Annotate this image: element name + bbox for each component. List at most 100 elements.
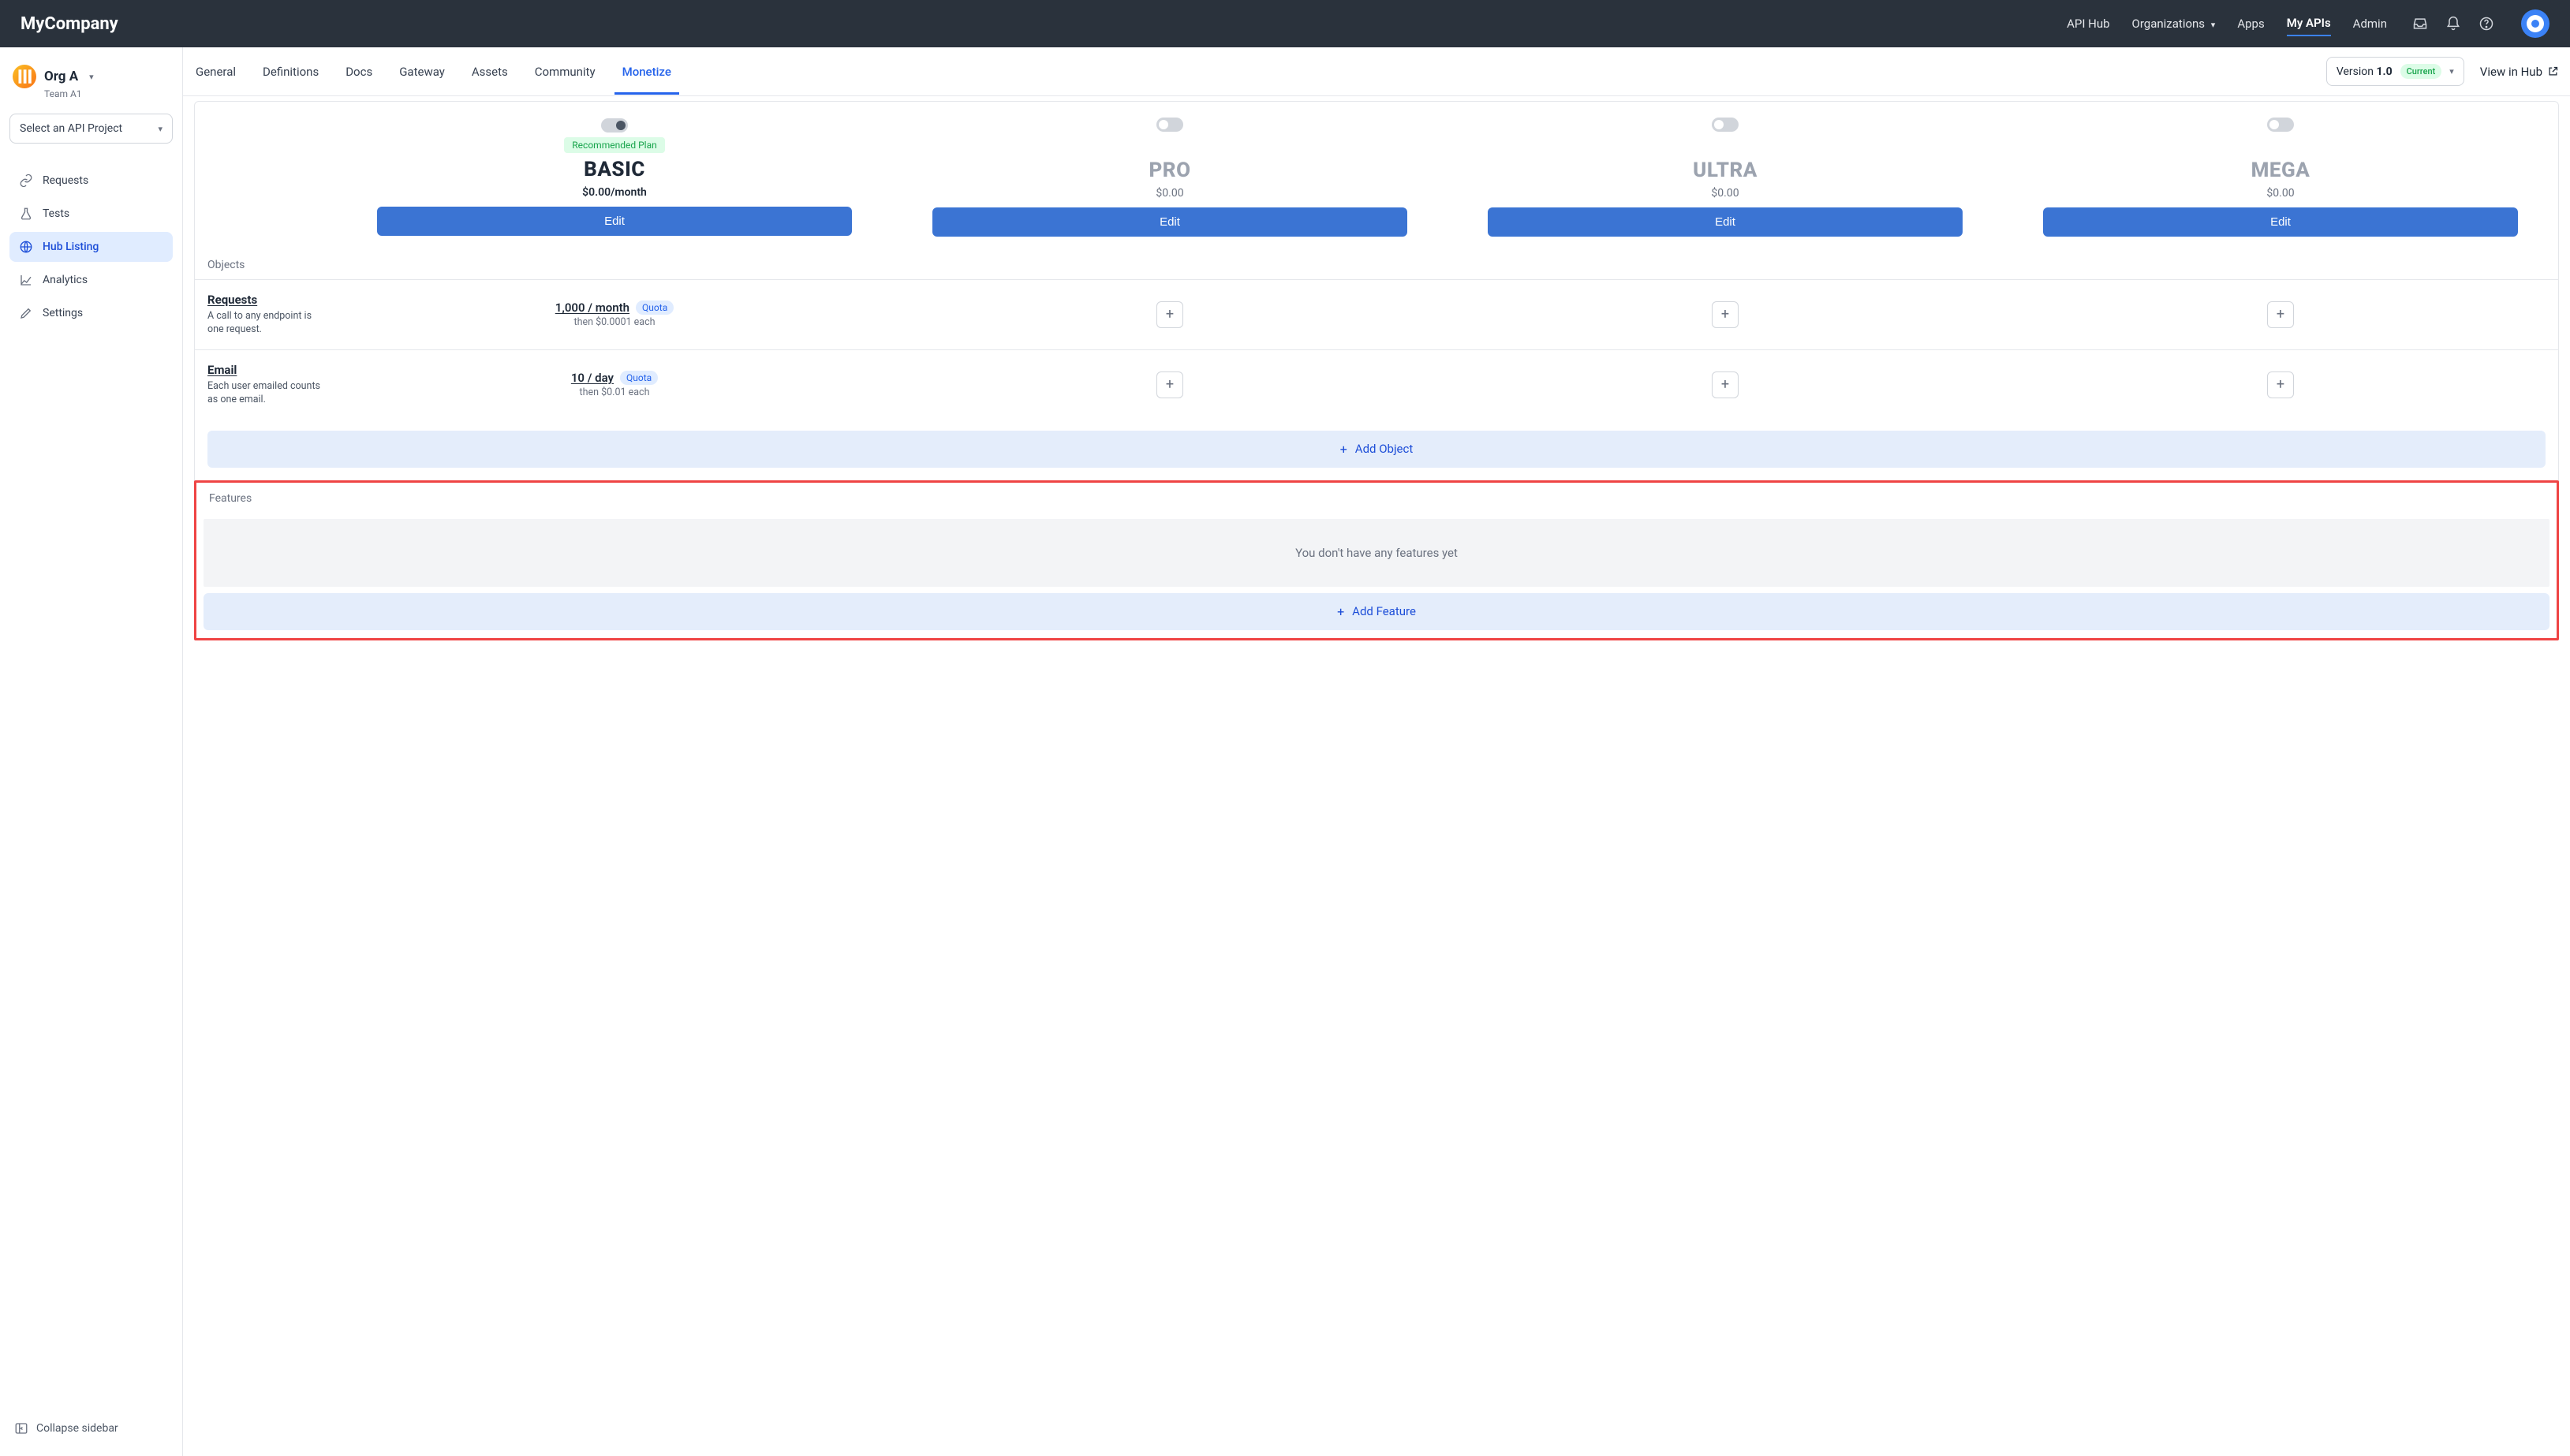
features-section: Features You don't have any features yet… xyxy=(194,480,2559,640)
flask-icon xyxy=(19,207,33,221)
monetize-card: Recommended Plan BASIC $0.00/month Edit … xyxy=(194,101,2559,640)
bell-icon[interactable] xyxy=(2445,16,2461,32)
tab-definitions[interactable]: Definitions xyxy=(261,49,320,95)
inbox-icon[interactable] xyxy=(2412,16,2428,32)
link-icon xyxy=(19,174,33,188)
tab-monetize[interactable]: Monetize xyxy=(621,49,673,95)
object-title[interactable]: Email xyxy=(207,363,324,377)
add-quota-button[interactable]: + xyxy=(1712,301,1739,328)
plan-mega: MEGA $0.00 Edit xyxy=(2003,106,2558,248)
edit-plan-mega-button[interactable]: Edit xyxy=(2043,207,2518,237)
topbar: MyCompany API Hub Organizations ▾ Apps M… xyxy=(0,0,2570,47)
org-switcher[interactable]: Org A ▾ xyxy=(9,60,173,90)
collapse-icon xyxy=(14,1421,28,1435)
sidebar-item-label: Hub Listing xyxy=(43,241,99,253)
sidebar-item-label: Analytics xyxy=(43,274,88,286)
current-badge: Current xyxy=(2400,64,2442,79)
top-nav: API Hub Organizations ▾ Apps My APIs Adm… xyxy=(2067,11,2387,36)
tab-general[interactable]: General xyxy=(194,49,237,95)
edit-plan-basic-button[interactable]: Edit xyxy=(377,207,852,236)
nav-apps[interactable]: Apps xyxy=(2237,12,2264,35)
sidebar-item-tests[interactable]: Tests xyxy=(9,199,173,229)
object-row-requests: Requests A call to any endpoint is one r… xyxy=(195,279,2558,349)
nav-api-hub[interactable]: API Hub xyxy=(2067,12,2109,35)
plus-icon: + xyxy=(1340,442,1347,457)
chevron-down-icon: ▾ xyxy=(158,124,162,134)
sidebar: Org A ▾ Team A1 Select an API Project ▾ … xyxy=(0,47,183,1456)
object-title[interactable]: Requests xyxy=(207,293,324,307)
external-link-icon xyxy=(2547,65,2559,77)
team-name: Team A1 xyxy=(44,88,173,99)
add-feature-button[interactable]: + Add Feature xyxy=(204,593,2549,630)
sidebar-item-settings[interactable]: Settings xyxy=(9,298,173,328)
plan-ultra: ULTRA $0.00 Edit xyxy=(1447,106,2003,248)
brand-logo[interactable]: MyCompany xyxy=(21,14,118,34)
org-name: Org A xyxy=(44,69,78,84)
chevron-down-icon: ▾ xyxy=(89,72,94,82)
chevron-down-icon: ▾ xyxy=(2449,66,2454,77)
plus-icon: + xyxy=(1337,604,1344,619)
nav-admin[interactable]: Admin xyxy=(2353,12,2387,35)
plan-name: ULTRA xyxy=(1693,159,1758,182)
tab-community[interactable]: Community xyxy=(533,49,597,95)
add-object-button[interactable]: + Add Object xyxy=(207,431,2546,468)
topbar-icons xyxy=(2412,9,2549,38)
plan-price: $0.00 xyxy=(2266,187,2294,200)
sidebar-item-label: Tests xyxy=(43,207,69,220)
add-quota-button[interactable]: + xyxy=(1156,371,1183,398)
nav-my-apis[interactable]: My APIs xyxy=(2287,11,2331,36)
add-quota-button[interactable]: + xyxy=(2267,371,2294,398)
tab-docs[interactable]: Docs xyxy=(344,49,374,95)
plan-name: MEGA xyxy=(2251,159,2310,182)
sidebar-item-label: Settings xyxy=(43,307,83,319)
org-badge-icon xyxy=(13,65,36,88)
add-quota-button[interactable]: + xyxy=(1712,371,1739,398)
version-select[interactable]: Version 1.0 Current ▾ xyxy=(2326,57,2464,86)
plan-pro: PRO $0.00 Edit xyxy=(892,106,1447,248)
tabbar: General Definitions Docs Gateway Assets … xyxy=(183,47,2570,96)
recommended-badge: Recommended Plan xyxy=(564,137,664,153)
sidebar-item-analytics[interactable]: Analytics xyxy=(9,265,173,295)
plan-price: $0.00 xyxy=(1711,187,1739,200)
quota-basic-email[interactable]: 10 / day Quota then $0.01 each xyxy=(571,371,658,398)
collapse-label: Collapse sidebar xyxy=(36,1422,118,1435)
help-icon[interactable] xyxy=(2478,16,2494,32)
add-quota-button[interactable]: + xyxy=(1156,301,1183,328)
object-desc: Each user emailed counts as one email. xyxy=(207,380,324,407)
plan-toggle-basic[interactable] xyxy=(601,118,628,133)
plan-toggle-mega[interactable] xyxy=(2267,118,2294,132)
collapse-sidebar[interactable]: Collapse sidebar xyxy=(9,1413,173,1443)
features-empty-message: You don't have any features yet xyxy=(204,519,2549,587)
tab-assets[interactable]: Assets xyxy=(470,49,510,95)
globe-icon xyxy=(19,240,33,254)
objects-label: Objects xyxy=(195,248,2558,279)
quota-badge: Quota xyxy=(620,371,658,385)
plan-price: $0.00 xyxy=(1156,187,1183,200)
chevron-down-icon: ▾ xyxy=(2211,20,2216,30)
plan-toggle-ultra[interactable] xyxy=(1712,118,1739,132)
edit-plan-ultra-button[interactable]: Edit xyxy=(1488,207,1963,237)
object-desc: A call to any endpoint is one request. xyxy=(207,310,324,337)
quota-basic-requests[interactable]: 1,000 / month Quota then $0.0001 each xyxy=(555,301,674,328)
sidebar-item-hub-listing[interactable]: Hub Listing xyxy=(9,232,173,262)
quota-badge: Quota xyxy=(636,301,674,315)
sidebar-item-label: Requests xyxy=(43,174,88,187)
plan-basic: Recommended Plan BASIC $0.00/month Edit xyxy=(337,107,892,247)
project-select[interactable]: Select an API Project ▾ xyxy=(9,114,173,144)
object-row-email: Email Each user emailed counts as one em… xyxy=(195,349,2558,420)
plan-price: $0.00/month xyxy=(582,186,647,199)
chart-icon xyxy=(19,273,33,287)
plan-toggle-pro[interactable] xyxy=(1156,118,1183,132)
avatar[interactable] xyxy=(2521,9,2549,38)
project-select-label: Select an API Project xyxy=(20,122,122,135)
edit-plan-pro-button[interactable]: Edit xyxy=(932,207,1407,237)
nav-organizations-label: Organizations xyxy=(2132,17,2206,31)
nav-organizations[interactable]: Organizations ▾ xyxy=(2132,12,2216,35)
view-in-hub-link[interactable]: View in Hub xyxy=(2480,65,2559,79)
pencil-icon xyxy=(19,306,33,320)
tab-gateway[interactable]: Gateway xyxy=(398,49,446,95)
plan-name: PRO xyxy=(1149,159,1190,182)
features-label: Features xyxy=(196,483,2557,513)
sidebar-item-requests[interactable]: Requests xyxy=(9,166,173,196)
add-quota-button[interactable]: + xyxy=(2267,301,2294,328)
